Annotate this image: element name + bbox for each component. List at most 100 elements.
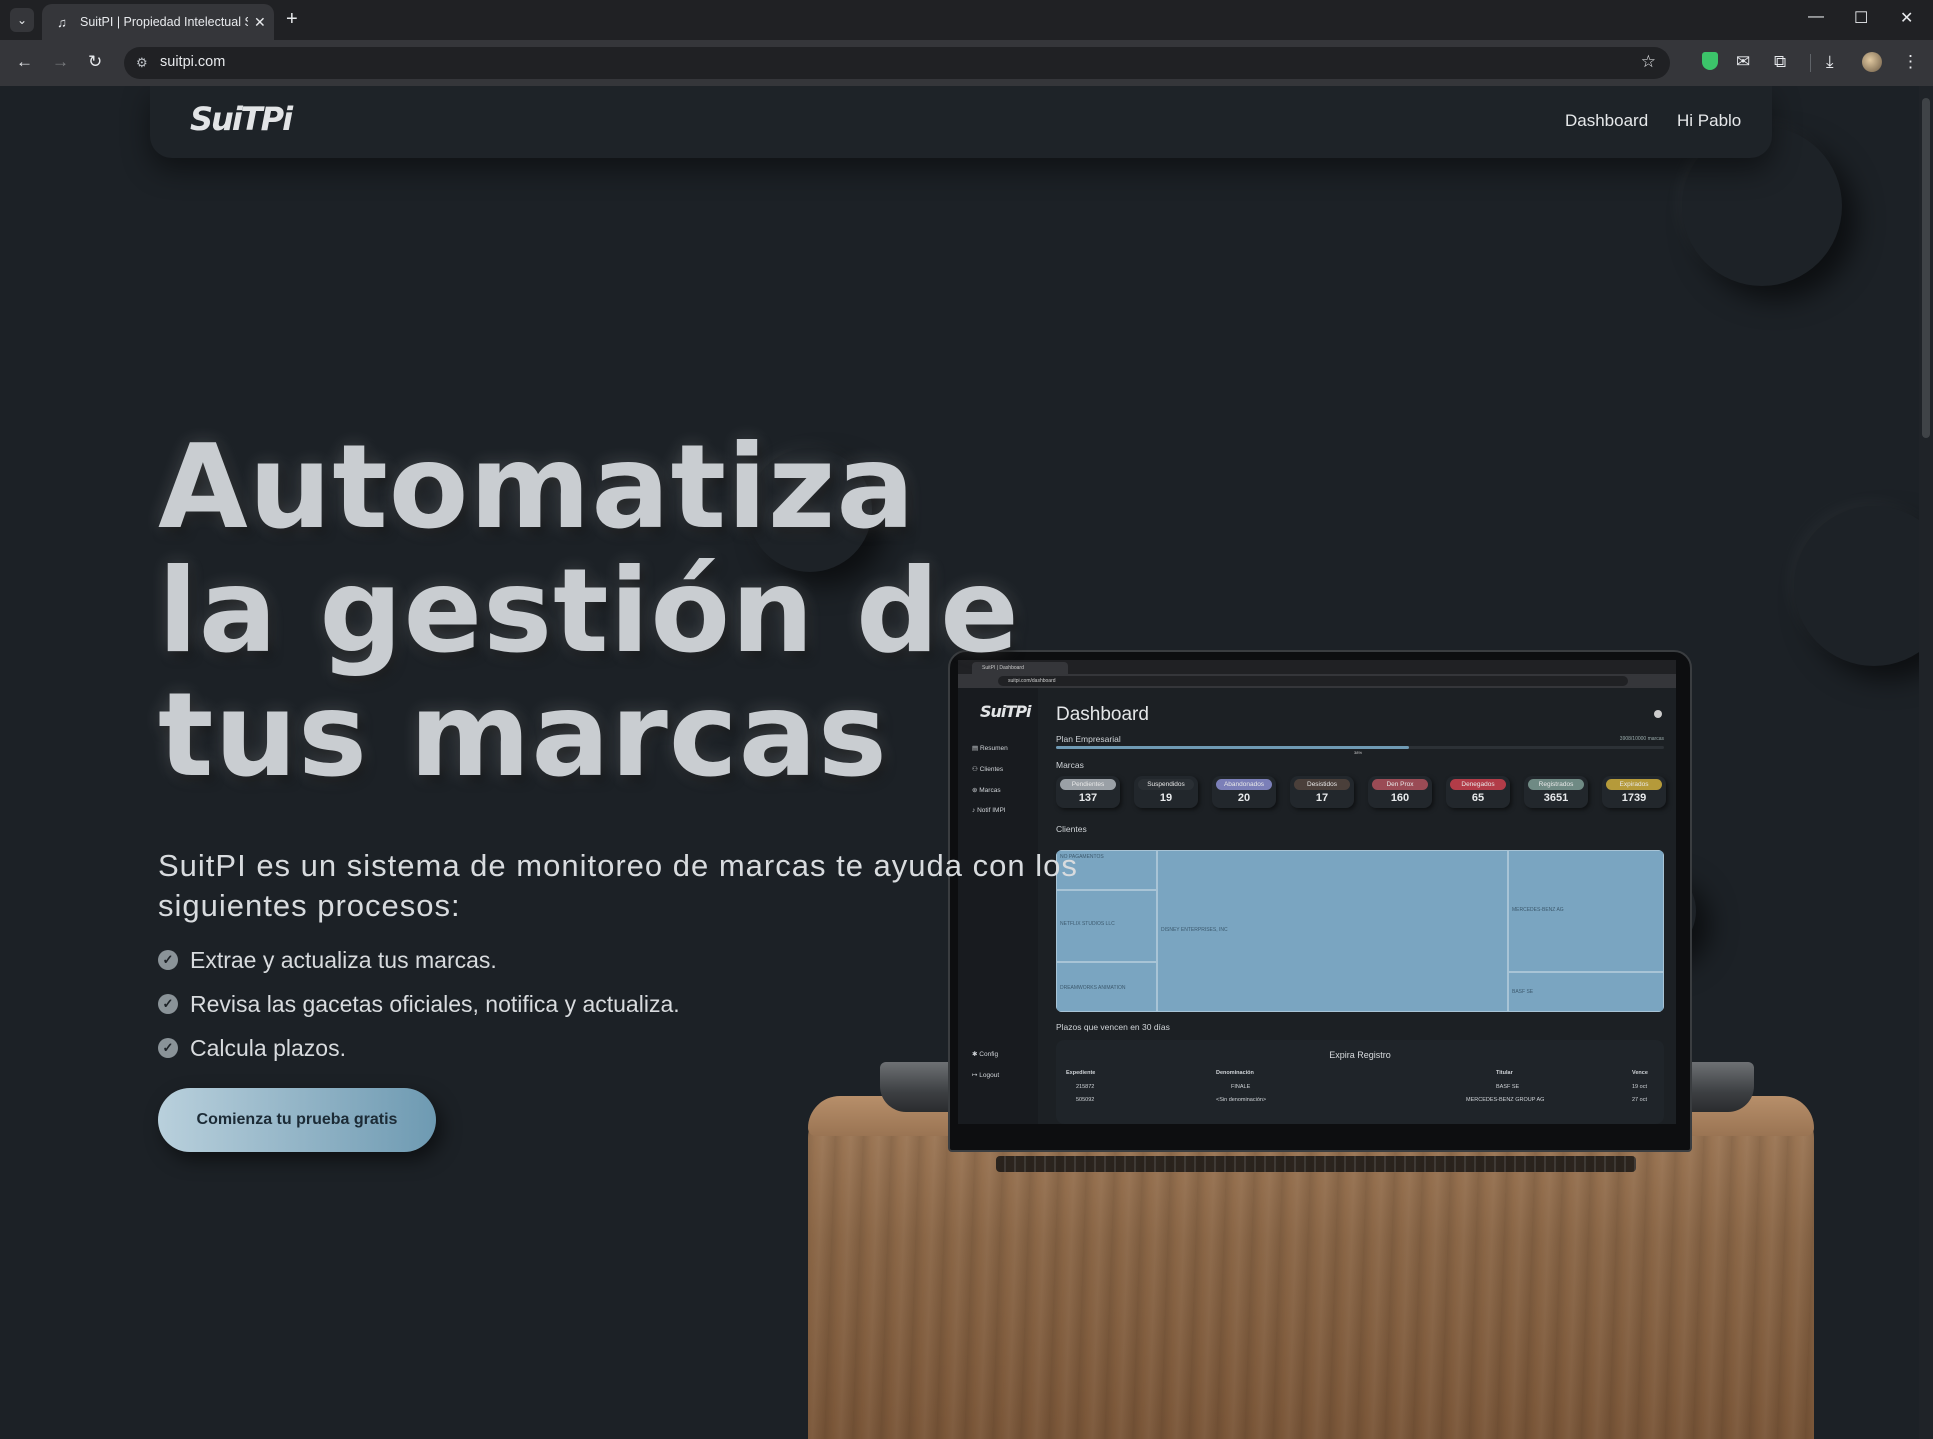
mini-expira-table: Expira Registro Expediente Denominación … [1056,1040,1664,1124]
mini-plan-label: Plan Empresarial [1056,734,1121,744]
maximize-icon[interactable]: ☐ [1854,8,1868,28]
mini-stat-card: Suspendidos 19 [1134,776,1198,808]
tab-search-chevron-icon[interactable]: ⌄ [10,8,34,32]
hero-subtitle: SuitPI es un sistema de monitoreo de mar… [158,848,1078,923]
address-bar[interactable]: ⚙ suitpi.com ☆ [124,47,1670,79]
mini-dashboard-title: Dashboard [1056,704,1149,725]
feature-item: ✓ Extrae y actualiza tus marcas. [158,938,680,982]
mini-nav-config: ✱ Config [972,1051,999,1058]
forward-arrow-icon[interactable]: → [52,52,69,72]
check-icon: ✓ [158,1038,178,1058]
treemap-cell: DREAMWORKS ANIMATION [1056,962,1157,1012]
mini-td: <Sin denominación> [1216,1097,1267,1103]
mini-td: 27 oct [1632,1097,1647,1103]
mini-stat-label: Desistidos [1294,779,1350,790]
mini-stat-card: Pendientes 137 [1056,776,1120,808]
page-viewport: SuiTPi Dashboard Hi Pablo SuitPI | Dashb… [0,86,1933,1439]
page-scrollbar-thumb[interactable] [1922,98,1930,438]
mini-nav-notif: ♪ Notif IMPI [972,807,1006,814]
mini-stat-value: 17 [1315,792,1329,804]
site-logo[interactable]: SuiTPi [190,100,293,138]
mini-nav-label: Config [979,1051,999,1058]
site-navbar: SuiTPi Dashboard Hi Pablo [150,86,1772,158]
mini-th-cell: Expediente [1066,1070,1096,1076]
mini-td: 215872 [1076,1084,1095,1090]
tab-title: SuitPI | Propiedad Intelectual Si [80,15,248,29]
mini-th-cell: Denominación [1216,1070,1254,1076]
mini-url: suitpi.com/dashboard [998,676,1628,686]
mini-nav-label: Logout [979,1072,1000,1079]
nav-link-user-greeting[interactable]: Hi Pablo [1677,111,1741,131]
mini-stat-card: Denegados 65 [1446,776,1510,808]
menu-kebab-icon[interactable]: ⋮ [1902,52,1919,72]
mini-stat-label: Den Prox [1372,779,1428,790]
mini-nav-logout: ↦ Logout [972,1072,1000,1079]
mini-plan-progress [1056,746,1664,749]
feature-list: ✓ Extrae y actualiza tus marcas. ✓ Revisa … [158,938,680,1070]
mini-plan-count: 3908/10000 marcas [1619,736,1664,742]
shield-extension-icon[interactable] [1702,52,1718,70]
mini-th-cell: Titular [1496,1070,1513,1076]
toolbar-separator [1810,54,1811,72]
mini-td: BASF SE [1496,1084,1520,1090]
mini-stat-value: 65 [1471,792,1485,804]
feature-text: Revisa las gacetas oficiales, notifica y… [190,990,680,1017]
mini-stat-value: 1739 [1621,792,1647,804]
bookmark-star-icon[interactable]: ☆ [1641,52,1656,72]
treemap-cell: DISNEY ENTERPRISES, INC [1157,850,1508,1012]
site-info-icon[interactable]: ⚙ [136,55,148,71]
mini-tabstrip: SuitPI | Dashboard [958,660,1676,674]
mini-td: 505092 [1076,1097,1095,1103]
new-tab-plus-icon[interactable]: + [286,8,298,30]
mini-stat-card: Abandonados 20 [1212,776,1276,808]
mini-stat-card: Registrados 3651 [1524,776,1588,808]
mini-stat-card: Desistidos 17 [1290,776,1354,808]
mini-plan-progress-pct: 38% [1354,750,1363,755]
mini-section-plazos: Plazos que vencen en 30 días [1056,1022,1170,1032]
nav-link-dashboard[interactable]: Dashboard [1565,111,1648,131]
browser-tab-active[interactable]: ♫ SuitPI | Propiedad Intelectual Si ✕ [42,4,274,40]
window-close-icon[interactable]: ✕ [1900,8,1913,28]
start-free-trial-button[interactable]: Comienza tu prueba gratis [158,1088,436,1152]
browser-toolbar: ← → ↻ ⚙ suitpi.com ☆ [0,40,1933,86]
mini-bell-icon [1654,710,1662,718]
check-icon: ✓ [158,994,178,1014]
address-url[interactable]: suitpi.com [160,54,225,70]
decorative-bubble [1794,506,1933,666]
mini-stat-label: Registrados [1528,779,1584,790]
wooden-stand [808,1102,1814,1439]
mini-stat-card: Den Prox 160 [1368,776,1432,808]
mini-table-title: Expira Registro [1329,1050,1391,1060]
mini-section-clientes: Clientes [1056,824,1087,834]
mini-stats-row: Pendientes 137 Suspendidos 19 Abandonados 20 D… [1056,776,1666,808]
mini-nav-label: Notif IMPI [977,807,1006,814]
minimize-icon[interactable]: — [1808,8,1824,26]
browser-tabstrip: ⌄ ♫ SuitPI | Propiedad Intelectual Si ✕ … [0,0,1933,40]
extensions-puzzle-icon[interactable]: ⧉ [1774,52,1786,72]
mini-section-marcas: Marcas [1056,760,1084,770]
favicon-icon: ♫ [57,14,67,30]
close-tab-icon[interactable]: ✕ [254,14,266,31]
mini-td: MERCEDES-BENZ GROUP AG [1466,1097,1545,1103]
feature-text: Calcula plazos. [190,1034,346,1061]
mini-stat-label: Pendientes [1060,779,1116,790]
treemap-cell: MERCEDES-BENZ AG [1508,850,1664,972]
feature-item: ✓ Revisa las gacetas oficiales, notifica … [158,982,680,1026]
mini-stat-value: 137 [1078,792,1098,804]
extension-badge-icon[interactable]: ✉ [1736,52,1750,72]
download-icon[interactable]: ⤓ [1826,52,1834,72]
mini-stat-label: Suspendidos [1138,779,1194,790]
mini-stat-label: Abandonados [1216,779,1272,790]
hero-title: Automatiza la gestión de tus marcas [158,420,1020,803]
mini-plan-progress-fill [1056,746,1409,749]
mini-stat-label: Expirados [1606,779,1662,790]
check-icon: ✓ [158,950,178,970]
mini-stat-label: Denegados [1450,779,1506,790]
reload-icon[interactable]: ↻ [88,52,102,72]
treemap-cell: BASF SE [1508,972,1664,1012]
mini-th-cell: Vence [1632,1070,1648,1076]
profile-avatar-icon[interactable] [1862,52,1882,72]
mini-td: 19 oct [1632,1084,1647,1090]
back-arrow-icon[interactable]: ← [16,52,33,72]
mini-toolbar: suitpi.com/dashboard [958,674,1676,688]
